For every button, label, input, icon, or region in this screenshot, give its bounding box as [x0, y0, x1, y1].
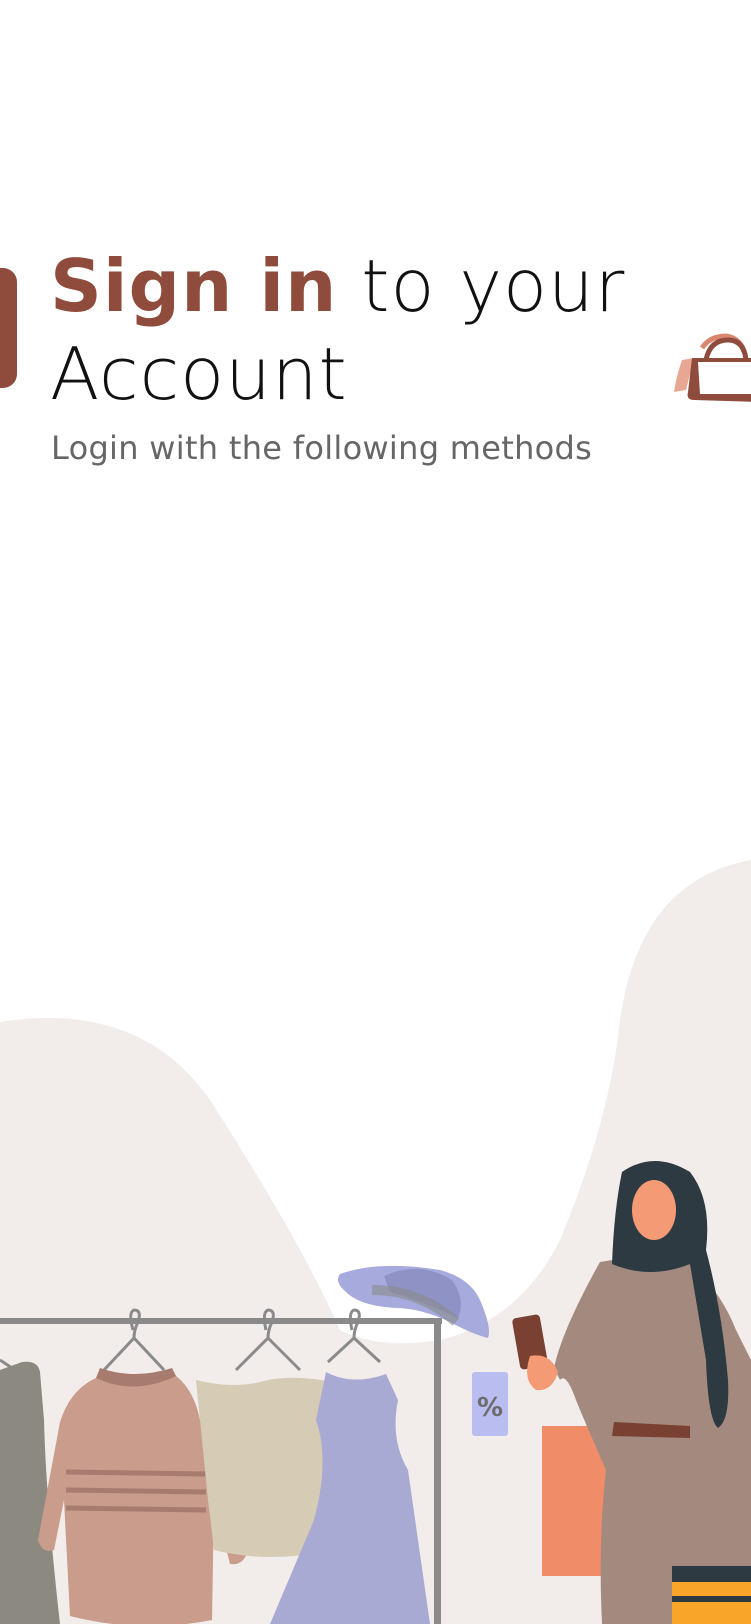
- login-screen: Sign in to your Account Login with the f…: [0, 0, 751, 1624]
- clothing-rack-bar: [0, 1318, 442, 1324]
- page-subtitle: Login with the following methods: [51, 429, 593, 467]
- woman-face: [632, 1180, 676, 1240]
- shopping-bag-icon: [674, 333, 751, 402]
- decorative-side-tab: [0, 268, 17, 388]
- page-title: Sign in to your Account: [50, 242, 690, 418]
- price-tag-label: %: [477, 1393, 503, 1423]
- clothing-rack-pole: [434, 1318, 441, 1624]
- title-accent: Sign in: [50, 244, 338, 328]
- title-rest: to your: [337, 244, 626, 328]
- shopping-illustration: %: [0, 860, 751, 1624]
- title-line-2: Account: [50, 332, 348, 416]
